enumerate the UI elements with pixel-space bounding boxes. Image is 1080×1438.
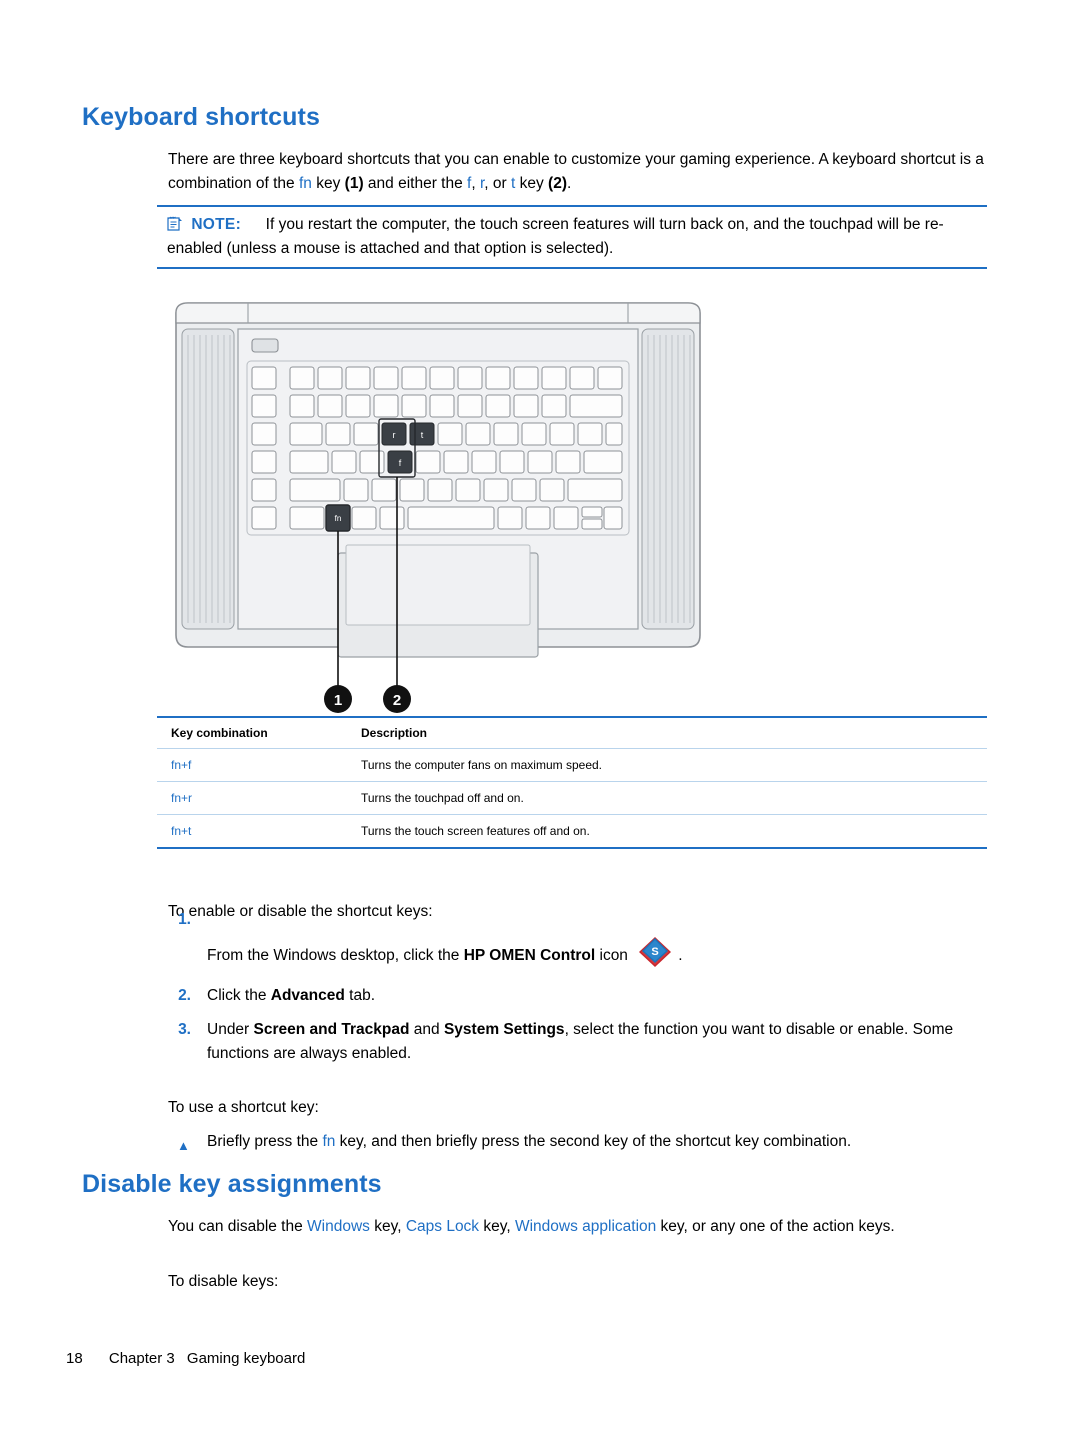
step-text-before: From the Windows desktop, click the [207,947,464,964]
step-number: 3. [178,1021,191,1038]
note-icon [167,216,183,232]
callout-ref-1: (1) [344,175,364,192]
step-bold-system-settings: System Settings [443,1021,565,1038]
intro-text-4: , or [484,175,511,192]
table-header-key-combination: Key combination [157,717,347,749]
link-windows-application[interactable]: Windows application [515,1218,656,1235]
step-text-before: Under [207,1021,254,1038]
step-number: 2. [178,987,191,1004]
step-text-end: . [678,947,683,964]
svg-text:S: S [652,946,659,958]
enable-intro-paragraph: To enable or disable the shortcut keys: [168,903,433,920]
shortcut-table: Key combination Description fn+f Turns t… [157,716,987,849]
section-title-disable-key-assignments: Disable key assignments [82,1170,382,1198]
list-item: 2. Click the Advanced tab. [157,984,987,1008]
key-label-fn: fn [335,514,342,523]
table-cell-combo: fn+r [157,781,347,815]
note-text: If you restart the computer, the touch s… [167,216,944,257]
step-text-mid: and [409,1021,444,1038]
enable-steps-list: 1. From the Windows desktop, click the H… [157,911,987,1076]
laptop-keyboard-illustration: r t f fn 1 2 [168,295,708,715]
table-cell-description: Turns the touch screen features off and … [347,814,987,849]
step-text-before: Click the [207,987,271,1004]
table-header-description: Description [347,717,987,749]
intro-paragraph: There are three keyboard shortcuts that … [168,148,986,196]
intro-text-2: key [311,175,345,192]
table-cell-description: Turns the computer fans on maximum speed… [347,748,987,782]
disable-text-mid-2: key, [479,1218,515,1235]
step-number: 1. [178,911,191,928]
use-bullet-item: ▲ Briefly press the fn key, and then bri… [157,1130,1047,1154]
disable-text-after: key, or any one of the action keys. [656,1218,895,1235]
triangle-bullet-icon: ▲ [177,1138,190,1153]
step-bold-advanced: Advanced [270,987,345,1004]
link-caps-lock[interactable]: Caps Lock [406,1218,479,1235]
intro-text-5: key [515,175,549,192]
table-row: fn+f Turns the computer fans on maximum … [157,748,987,782]
inline-key-fn: fn [298,175,312,192]
list-item: 1. From the Windows desktop, click the H… [157,911,987,974]
footer-chapter: Chapter 3 [108,1350,175,1367]
intro-text-3: and either the [363,175,468,192]
note-label: NOTE: [191,216,242,233]
svg-text:1: 1 [334,692,342,709]
footer-page-number: 18 [66,1350,83,1367]
key-label-r: r [393,430,396,440]
intro-comma-1: , [471,175,480,192]
disable-intro-paragraph: To disable keys: [168,1273,279,1290]
inline-key-fn-2: fn [322,1133,336,1150]
intro-text-1: There are three keyboard shortcuts that … [168,151,984,192]
step-bold-screen-and-trackpad: Screen and Trackpad [253,1021,410,1038]
table-cell-description: Turns the touchpad off and on. [347,781,987,815]
intro-period: . [566,175,572,192]
disable-text-before: You can disable the [168,1218,308,1235]
link-windows[interactable]: Windows [307,1218,370,1235]
svg-text:2: 2 [393,692,401,709]
use-intro-paragraph: To use a shortcut key: [168,1099,319,1116]
table-cell-combo: fn+f [157,748,347,782]
page-title: Keyboard shortcuts [82,103,320,131]
step-text-after: tab. [344,987,376,1004]
hp-omen-control-icon: S [634,932,676,974]
bullet-text-before: Briefly press the [207,1133,323,1150]
callout-ref-2: (2) [548,175,567,192]
table-cell-combo: fn+t [157,814,347,849]
step-bold-hp-omen-control: HP OMEN Control [463,947,596,964]
table-header-row: Key combination Description [157,717,987,749]
table-row: fn+t Turns the touch screen features off… [157,814,987,849]
bullet-text-after: key, and then briefly press the second k… [335,1133,852,1150]
disable-paragraph: You can disable the Windows key, Caps Lo… [168,1215,988,1239]
page-footer: 18 Chapter 3 Gaming keyboard [66,1350,305,1367]
step-text-after: icon [595,947,633,964]
disable-text-mid-1: key, [369,1218,406,1235]
document-page: Keyboard shortcuts There are three keybo… [0,0,1080,1438]
note-callout: NOTE: If you restart the computer, the t… [157,205,987,269]
list-item: 3. Under Screen and Trackpad and System … [157,1018,987,1066]
table-row: fn+r Turns the touchpad off and on. [157,781,987,815]
footer-chapter-title: Gaming keyboard [186,1350,306,1367]
